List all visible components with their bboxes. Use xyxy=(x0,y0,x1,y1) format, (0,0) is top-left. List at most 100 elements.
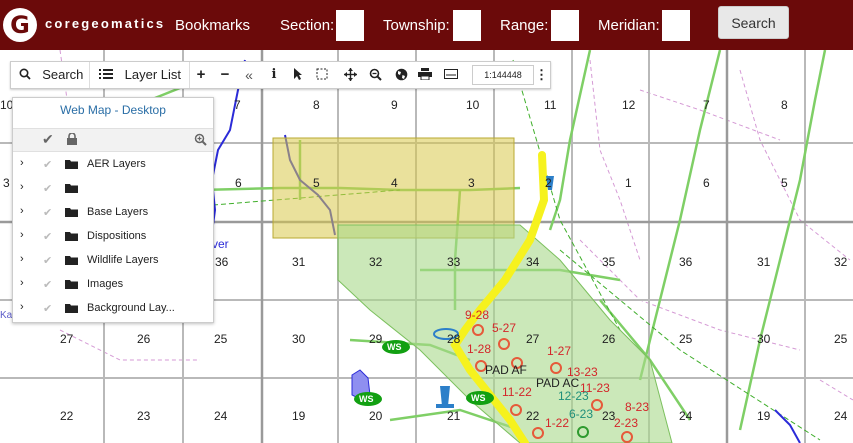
map-toolbar: Search Layer List + − « i 1:144448 ⋮ xyxy=(10,61,551,89)
folder-icon xyxy=(65,304,78,313)
layer-list-tool[interactable]: Layer List xyxy=(93,62,187,88)
chevron-right-icon[interactable]: › xyxy=(20,157,24,169)
layer-row-aer[interactable]: › ✔ AER Layers xyxy=(13,153,213,177)
well-label: 12-23 xyxy=(558,389,589,403)
well-label: 5-27 xyxy=(492,321,517,335)
top-header: G coregeomatics Bookmarks Section: Towns… xyxy=(0,0,853,50)
section-label: 36 xyxy=(215,255,229,269)
section-label: 32 xyxy=(834,255,848,269)
check-all-icon[interactable]: ✔ xyxy=(42,131,54,148)
section-label: 3 xyxy=(3,176,10,190)
section-label: 7 xyxy=(703,98,710,112)
search-button[interactable]: Search xyxy=(718,6,789,39)
layer-row-unnamed[interactable]: › ✔ xyxy=(13,177,213,201)
section-label: 27 xyxy=(526,332,540,346)
checkmark-icon[interactable]: ✔ xyxy=(43,278,52,291)
section-label: 34 xyxy=(526,255,540,269)
checkmark-icon[interactable]: ✔ xyxy=(43,158,52,171)
info-icon[interactable]: i xyxy=(265,62,283,88)
logo-glyph: G xyxy=(10,11,30,39)
chevron-right-icon[interactable]: › xyxy=(20,181,24,193)
section-label: 1 xyxy=(625,176,632,190)
section-label: 30 xyxy=(292,332,306,346)
panel-toolbar: ✔ xyxy=(13,128,213,152)
township-input[interactable] xyxy=(453,10,481,41)
search-tool[interactable]: Search xyxy=(15,62,87,88)
layer-row-images[interactable]: › ✔ Images xyxy=(13,273,213,297)
meridian-input[interactable] xyxy=(662,10,690,41)
checkmark-icon[interactable]: ✔ xyxy=(43,254,52,267)
select-box-icon[interactable] xyxy=(313,62,331,88)
section-label: 21 xyxy=(447,409,461,423)
section-label: 12 xyxy=(622,98,636,112)
zoom-area-icon[interactable] xyxy=(366,62,384,88)
section-label: 19 xyxy=(292,409,306,423)
well-label: PAD AF xyxy=(485,363,527,377)
section-label: 22 xyxy=(526,409,540,423)
print-icon[interactable] xyxy=(416,62,434,88)
folder-icon xyxy=(65,184,78,193)
section-label: 26 xyxy=(137,332,151,346)
ws-label: WS xyxy=(471,393,486,403)
section-label: 4 xyxy=(391,176,398,190)
range-label: Range: xyxy=(500,17,549,34)
measure-icon[interactable] xyxy=(442,62,460,88)
section-label: 26 xyxy=(602,332,616,346)
section-label: 2 xyxy=(545,176,552,190)
range-input[interactable] xyxy=(551,10,579,41)
layer-row-dispositions[interactable]: › ✔ Dispositions xyxy=(13,225,213,249)
layer-row-background[interactable]: › ✔ Background Lay... xyxy=(13,297,213,321)
ws-label: WS xyxy=(359,394,374,404)
well-label: 2-23 xyxy=(614,416,639,430)
section-label: 31 xyxy=(292,255,306,269)
section-label: 24 xyxy=(214,409,228,423)
section-label: 8 xyxy=(781,98,788,112)
layer-label: Background Lay... xyxy=(87,302,175,314)
section-input[interactable] xyxy=(336,10,364,41)
section-label: 7 xyxy=(234,98,241,112)
section-label: 36 xyxy=(679,255,693,269)
zoom-to-icon[interactable] xyxy=(194,133,207,146)
checkmark-icon[interactable]: ✔ xyxy=(43,206,52,219)
search-tool-label: Search xyxy=(42,67,84,82)
folder-icon xyxy=(65,232,78,241)
logo-text: coregeomatics xyxy=(45,16,166,31)
chevron-right-icon[interactable]: › xyxy=(20,253,24,265)
collapse-icon[interactable]: « xyxy=(239,62,259,88)
section-label: 27 xyxy=(60,332,74,346)
river-label-fragment: ver xyxy=(212,237,229,251)
section-label: 5 xyxy=(781,176,788,190)
zoom-in-icon[interactable]: + xyxy=(191,62,211,88)
layer-label: Wildlife Layers xyxy=(87,254,159,266)
section-label: Section: xyxy=(280,17,335,34)
chevron-right-icon[interactable]: › xyxy=(20,277,24,289)
section-label: 9 xyxy=(391,98,398,112)
checkmark-icon[interactable]: ✔ xyxy=(43,302,52,315)
folder-icon xyxy=(65,160,78,169)
pan-icon[interactable] xyxy=(341,62,359,88)
chevron-right-icon[interactable]: › xyxy=(20,205,24,217)
township-label: Township: xyxy=(383,17,450,34)
well-label: 13-23 xyxy=(567,365,598,379)
checkmark-icon[interactable]: ✔ xyxy=(43,230,52,243)
lock-icon[interactable] xyxy=(67,133,77,145)
layer-row-base[interactable]: › ✔ Base Layers xyxy=(13,201,213,225)
more-icon[interactable]: ⋮ xyxy=(535,62,548,88)
zoom-out-icon[interactable]: − xyxy=(215,62,235,88)
layer-row-wildlife[interactable]: › ✔ Wildlife Layers xyxy=(13,249,213,273)
well-label: 11-22 xyxy=(502,385,532,399)
pointer-icon[interactable] xyxy=(289,62,307,88)
meridian-label: Meridian: xyxy=(598,17,660,34)
checkmark-icon[interactable]: ✔ xyxy=(43,182,52,195)
chevron-right-icon[interactable]: › xyxy=(20,229,24,241)
section-label: 3 xyxy=(468,176,475,190)
globe-icon[interactable] xyxy=(392,62,410,88)
well-label: 6-23 xyxy=(569,407,594,421)
scale-display[interactable]: 1:144448 xyxy=(472,65,534,85)
bookmarks-menu[interactable]: Bookmarks xyxy=(175,17,250,34)
section-label: 30 xyxy=(757,332,771,346)
chevron-right-icon[interactable]: › xyxy=(20,301,24,313)
well-label: 1-27 xyxy=(547,344,572,358)
edge-label-fragment: Ka xyxy=(0,310,13,321)
search-icon xyxy=(19,68,31,80)
